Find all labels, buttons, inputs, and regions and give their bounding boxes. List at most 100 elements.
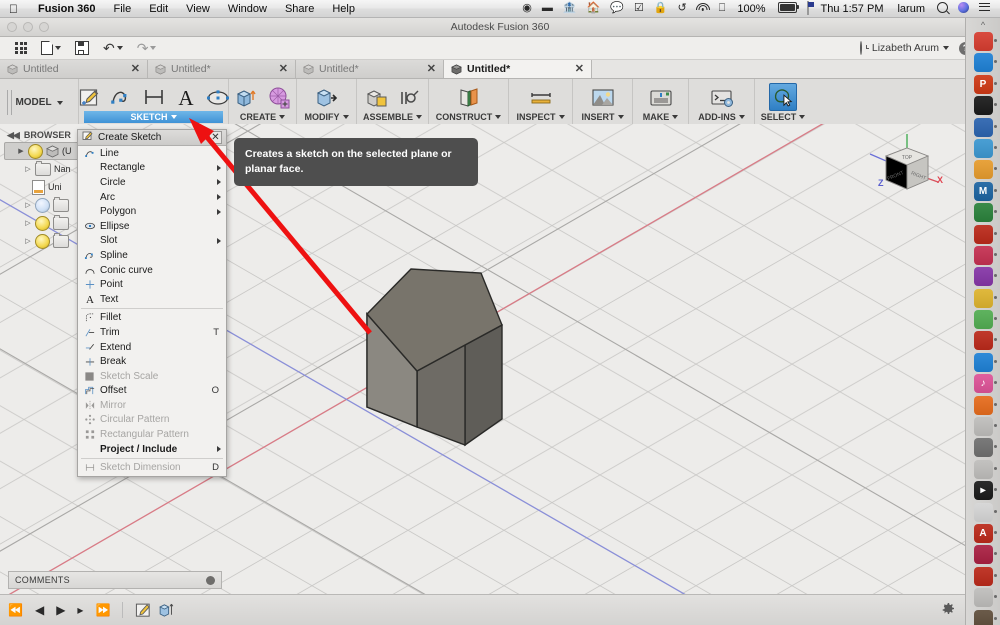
spline-icon[interactable] [109,85,135,111]
dock-icon-colorpicker[interactable] [973,267,997,287]
ribbon-tab-create[interactable]: CREATE [236,111,289,123]
close-window-button[interactable] [7,22,17,32]
menu-item-slot[interactable]: Slot [78,234,226,249]
dock-collapse-icon[interactable]: ^ [981,20,985,30]
collapse-left-icon[interactable]: ◀◀ [7,130,20,141]
comments-bar[interactable]: COMMENTS [8,571,222,589]
timeline-go-to-beginning-button[interactable]: ⏪ [8,604,23,616]
new-body-icon[interactable] [266,85,292,111]
menu-item-break[interactable]: Break [78,354,226,369]
document-tab[interactable]: Untitled* ✕ [148,60,296,78]
dock-icon-paint[interactable] [973,310,997,330]
viewport-settings-gear-icon[interactable] [941,602,956,617]
ellipse-icon[interactable] [205,85,231,111]
menu-item-sketch-scale[interactable]: Sketch Scale [78,369,226,384]
menu-item-point[interactable]: Point [78,277,226,292]
airplay-icon[interactable]: ⎕ [714,3,731,14]
browser-row[interactable]: ▷ [4,232,80,250]
menu-item-trim[interactable]: Trim T [78,325,226,340]
menu-item-sketch-dimension[interactable]: Sketch Dimension D [78,460,226,475]
dock-icon-unknown1[interactable] [973,588,997,608]
ribbon-tab-insert[interactable]: INSERT [578,111,628,123]
dock-icon-safari[interactable] [973,53,997,73]
timeline-feature-sketch[interactable] [135,602,152,619]
browser-row[interactable]: ▷ [4,196,80,214]
visibility-bulb-icon[interactable] [35,197,50,213]
view-cube[interactable]: TOP FRONT RIGHT Z X [866,130,948,212]
dock-icon-terminal[interactable]: ▸ [973,481,997,501]
browser-row[interactable]: ▷ Nan [4,160,80,178]
dock-icon-vectorworks[interactable] [973,117,997,137]
menu-item-rectangle[interactable]: Rectangle [78,161,226,176]
dock-icon-slack[interactable] [973,331,997,351]
clock-label[interactable]: Thu 1:57 PM [814,3,891,15]
dock-icon-notes[interactable] [973,288,997,308]
siri-icon[interactable] [953,1,974,16]
bartender-icon[interactable]: 🏦 [558,3,582,14]
dock-icon-fusion360[interactable] [973,203,997,223]
sketch-dimension-icon[interactable] [141,85,167,111]
dock-icon-keynote[interactable] [973,545,997,565]
press-pull-icon[interactable] [314,85,340,111]
timeline-step-back-button[interactable]: ◀ [35,604,44,616]
ribbon-tab-modify[interactable]: MODIFY [301,111,353,123]
3d-print-icon[interactable] [648,85,674,111]
disclosure-triangle-icon[interactable]: ▷ [24,237,32,245]
ribbon-tab-addins[interactable]: ADD-INS [694,111,749,123]
menu-item-project-include[interactable]: Project / Include [78,442,226,457]
menu-file[interactable]: File [104,3,140,15]
dock-icon-sketchup[interactable] [973,96,997,116]
checkmark-circle-icon[interactable]: ☑ [629,3,649,14]
measure-icon[interactable] [528,85,554,111]
visibility-bulb-icon[interactable] [35,215,50,231]
ribbon-tab-inspect[interactable]: INSPECT [513,111,569,123]
apple-logo-icon[interactable]:  [0,3,29,15]
ribbon-tab-sketch[interactable]: SKETCH [84,111,223,123]
maximize-window-button[interactable] [39,22,49,32]
disclosure-triangle-icon[interactable]: ▷ [24,201,32,209]
create-sketch-icon[interactable] [77,85,103,111]
ribbon-tab-select[interactable]: SELECT [757,111,810,123]
menu-item-mirror[interactable]: Mirror [78,398,226,413]
ribbon-tab-make[interactable]: MAKE [639,111,683,123]
battery-icon[interactable] [773,1,802,16]
close-icon[interactable]: ✕ [209,131,222,144]
dock-icon-appstore[interactable] [973,352,997,372]
menu-share[interactable]: Share [276,3,323,15]
evernote-icon[interactable]: 🏠 [582,3,606,14]
dock-icon-disabled-app[interactable] [973,417,997,437]
disclosure-triangle-icon[interactable]: ▷ [24,165,32,173]
dock-icon-pen-tool[interactable] [973,502,997,522]
browser-row-root[interactable]: ▶ (U [4,142,80,160]
timeline-step-forward-button[interactable]: ▸ [77,604,83,616]
new-component-icon[interactable] [364,85,390,111]
joint-icon[interactable] [396,85,422,111]
minimize-window-button[interactable] [23,22,33,32]
flag-icon[interactable] [802,1,814,15]
menu-item-conic-curve[interactable]: Conic curve [78,263,226,278]
browser-row[interactable]: Uni [4,178,80,196]
close-tab-button[interactable]: ✕ [575,63,584,75]
menu-help[interactable]: Help [323,3,364,15]
user-label[interactable]: larum [890,3,932,15]
dock-icon-placeholder[interactable] [973,459,997,479]
menu-item-text[interactable]: A Text [78,292,226,307]
dock-icon-photos[interactable] [973,245,997,265]
timeline-feature-extrude[interactable] [158,602,175,619]
menu-view[interactable]: View [177,3,219,15]
dropbox-icon[interactable]: ◉ [517,3,537,14]
menu-window[interactable]: Window [219,3,276,15]
dock-icon-system-preferences[interactable] [973,438,997,458]
menu-item-polygon[interactable]: Polygon [78,204,226,219]
disclosure-triangle-icon[interactable]: ▷ [24,219,32,227]
extrude-icon[interactable] [234,85,260,111]
dock-icon-pdf-reader[interactable] [973,566,997,586]
menu-edit[interactable]: Edit [140,3,177,15]
visibility-bulb-icon[interactable] [35,233,50,249]
dropdown-header[interactable]: Create Sketch ✕ [78,130,226,146]
dash-icon[interactable]: ▬ [537,3,558,14]
things-icon[interactable]: 💬 [605,3,629,14]
document-tab[interactable]: Untitled* ✕ [296,60,444,78]
dock-icon-meshmixer[interactable]: M [973,181,997,201]
menu-item-ellipse[interactable]: Ellipse [78,219,226,234]
